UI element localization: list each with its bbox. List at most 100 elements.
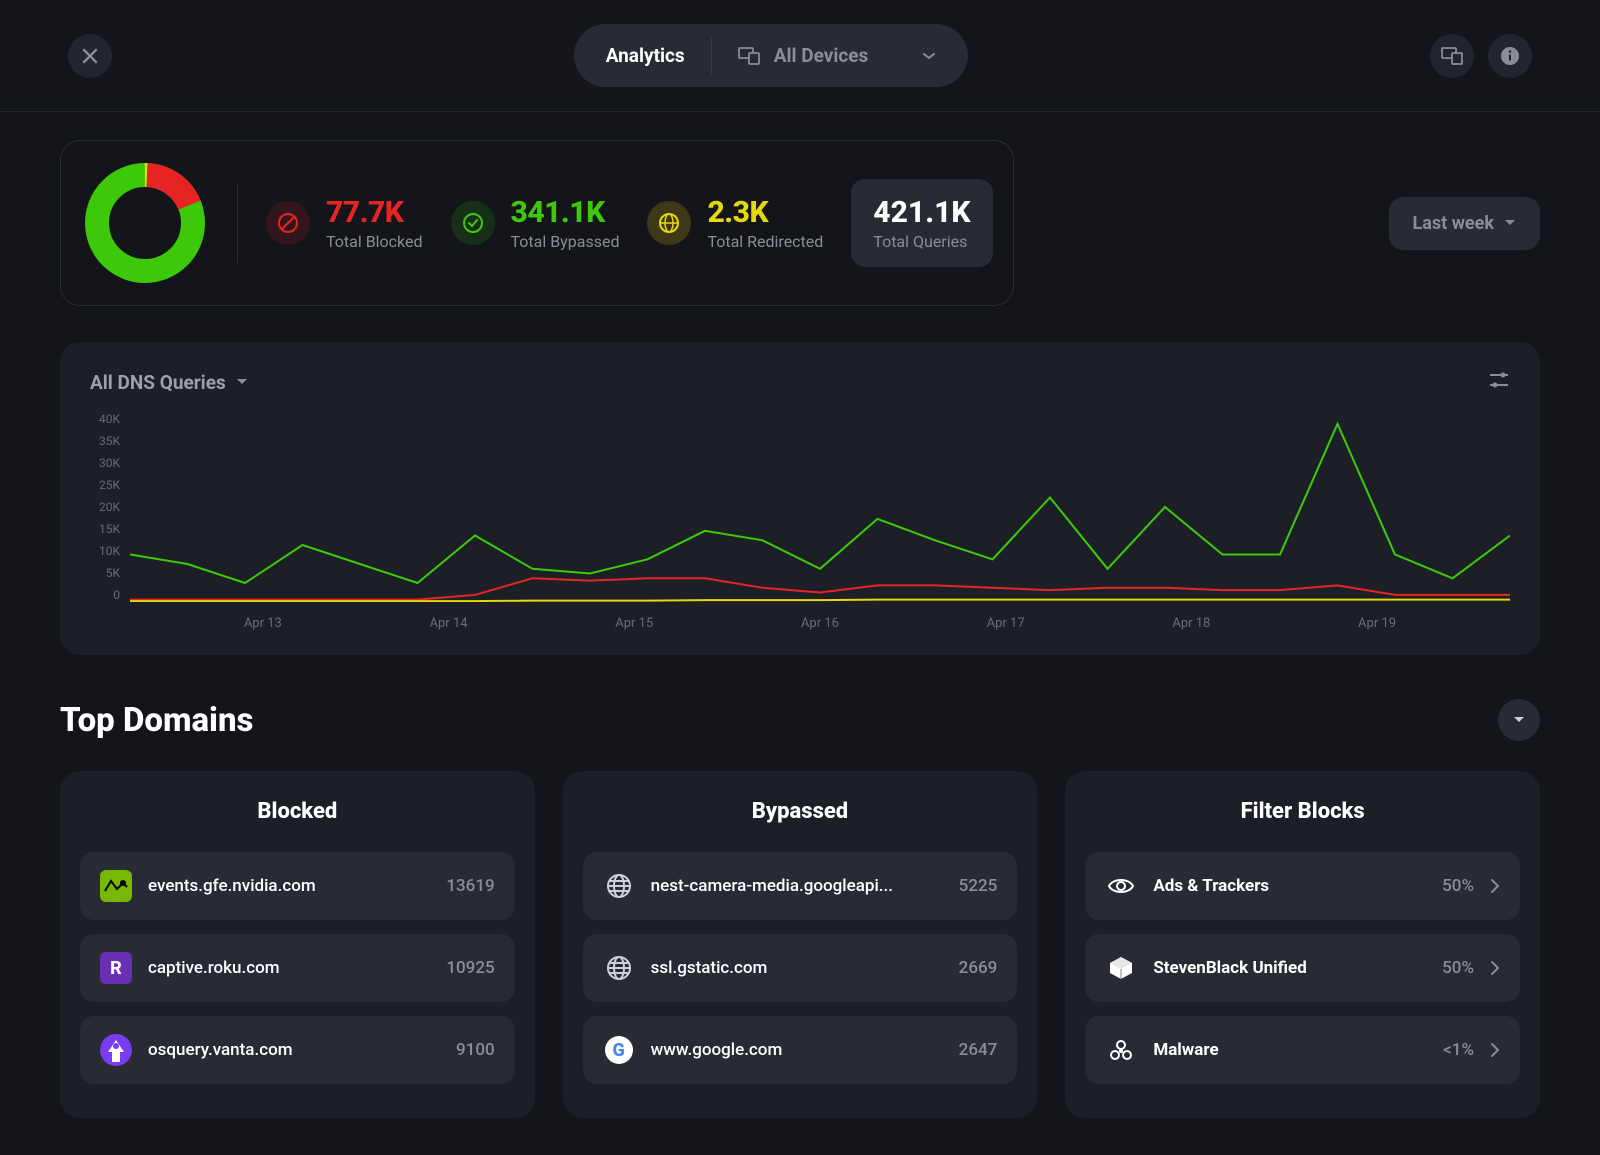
header-actions (1430, 34, 1532, 78)
domain-row[interactable]: Gwww.google.com 2647 (583, 1016, 1018, 1084)
chart-area: 40K35K30K25K20K15K10K5K0 Apr 13Apr 14Apr… (90, 412, 1510, 631)
devices-icon (738, 47, 760, 65)
domain-count: 10925 (446, 958, 494, 978)
filter-row[interactable]: Malware <1% (1085, 1016, 1520, 1084)
stat-total: 421.1K Total Queries (851, 179, 992, 267)
domain-name: ssl.gstatic.com (651, 958, 943, 978)
total-value: 421.1K (873, 195, 970, 230)
filter-icon (1105, 1034, 1137, 1066)
filter-name: StevenBlack Unified (1153, 958, 1426, 978)
total-label: Total Queries (873, 232, 970, 251)
bypassed-value: 341.1K (511, 195, 620, 230)
blocked-card-title: Blocked (80, 799, 515, 824)
analytics-tab[interactable]: Analytics (580, 30, 711, 81)
y-tick: 20K (90, 500, 120, 514)
device-selector[interactable]: All Devices (712, 30, 963, 81)
caret-down-icon (1513, 716, 1525, 724)
sliders-icon (1488, 370, 1510, 390)
x-tick: Apr 13 (244, 616, 282, 631)
domain-count: 5225 (959, 876, 998, 896)
x-tick: Apr 16 (801, 616, 839, 631)
domain-row[interactable]: events.gfe.nvidia.com13619 (80, 852, 515, 920)
domain-name: events.gfe.nvidia.com (148, 876, 430, 896)
y-tick: 5K (90, 566, 120, 580)
y-tick: 0 (90, 588, 120, 602)
domain-name: osquery.vanta.com (148, 1040, 440, 1060)
domain-icon (603, 952, 635, 984)
filter-name: Malware (1153, 1040, 1427, 1060)
filter-row[interactable]: Ads & Trackers 50% (1085, 852, 1520, 920)
header-tabs: Analytics All Devices (574, 24, 969, 87)
blocked-value: 77.7K (326, 195, 423, 230)
device-selector-label: All Devices (774, 44, 869, 67)
filter-card: Filter Blocks Ads & Trackers50%StevenBla… (1065, 771, 1540, 1118)
stats-card: 77.7K Total Blocked 341.1K Total Bypasse… (60, 140, 1014, 306)
chart-series-blocked (130, 578, 1510, 599)
domain-icon (603, 870, 635, 902)
x-tick: Apr 17 (987, 616, 1025, 631)
domain-row[interactable]: ssl.gstatic.com 2669 (583, 934, 1018, 1002)
domain-row[interactable]: osquery.vanta.com 9100 (80, 1016, 515, 1084)
top-domains-header: Top Domains (60, 699, 1540, 741)
chevron-right-icon (1490, 1042, 1500, 1058)
domain-name: nest-camera-media.googleapi... (651, 876, 943, 896)
y-tick: 15K (90, 522, 120, 536)
caret-down-icon (236, 378, 248, 386)
chevron-right-icon (1490, 960, 1500, 976)
domain-count: 2647 (959, 1040, 998, 1060)
filter-row[interactable]: StevenBlack Unified50% (1085, 934, 1520, 1002)
caret-down-icon (1504, 219, 1516, 227)
y-tick: 35K (90, 434, 120, 448)
chevron-down-icon (922, 52, 936, 60)
stat-blocked: 77.7K Total Blocked (266, 195, 423, 251)
chart-y-axis: 40K35K30K25K20K15K10K5K0 (90, 412, 120, 602)
redirected-icon (647, 201, 691, 245)
bypassed-icon (451, 201, 495, 245)
devices-icon (1441, 47, 1463, 65)
divider (237, 183, 238, 263)
stat-bypassed: 341.1K Total Bypassed (451, 195, 620, 251)
domain-row[interactable]: nest-camera-media.googleapi... 5225 (583, 852, 1018, 920)
domain-icon: R (100, 952, 132, 984)
y-tick: 30K (90, 456, 120, 470)
redirected-label: Total Redirected (707, 232, 823, 251)
blocked-icon (266, 201, 310, 245)
info-icon (1500, 46, 1520, 66)
x-tick: Apr 18 (1172, 616, 1210, 631)
chart-settings-button[interactable] (1488, 370, 1510, 394)
main-content: 77.7K Total Blocked 341.1K Total Bypasse… (0, 112, 1600, 1146)
time-range-selector[interactable]: Last week (1389, 197, 1540, 250)
redirected-value: 2.3K (707, 195, 823, 230)
devices-button[interactable] (1430, 34, 1474, 78)
x-tick: Apr 15 (615, 616, 653, 631)
domain-icon (100, 870, 132, 902)
domain-name: www.google.com (651, 1040, 943, 1060)
blocked-card: Blocked events.gfe.nvidia.com13619 Rcapti… (60, 771, 535, 1118)
header: Analytics All Devices (0, 0, 1600, 112)
filter-percent: <1% (1443, 1040, 1474, 1060)
domain-count: 9100 (456, 1040, 495, 1060)
bypassed-label: Total Bypassed (511, 232, 620, 251)
top-domains-title: Top Domains (60, 701, 253, 740)
close-icon (81, 47, 99, 65)
stat-redirected: 2.3K Total Redirected (647, 195, 823, 251)
filter-name: Ads & Trackers (1153, 876, 1426, 896)
chart-svg (130, 412, 1510, 602)
domain-name: captive.roku.com (148, 958, 430, 978)
domain-count: 2669 (959, 958, 998, 978)
chart-card: All DNS Queries 40K35K30K25K20K15K10K5K0… (60, 342, 1540, 655)
domain-row[interactable]: Rcaptive.roku.com 10925 (80, 934, 515, 1002)
domain-icon (100, 1034, 132, 1066)
domain-icon: G (603, 1034, 635, 1066)
chart-type-selector[interactable]: All DNS Queries (90, 371, 248, 394)
info-button[interactable] (1488, 34, 1532, 78)
filter-percent: 50% (1442, 876, 1474, 896)
chart-x-axis: Apr 13Apr 14Apr 15Apr 16Apr 17Apr 18Apr … (130, 616, 1510, 631)
bypassed-card-title: Bypassed (583, 799, 1018, 824)
chart-plot-area: Apr 13Apr 14Apr 15Apr 16Apr 17Apr 18Apr … (130, 412, 1510, 631)
filter-icon (1105, 870, 1137, 902)
expand-button[interactable] (1498, 699, 1540, 741)
close-button[interactable] (68, 34, 112, 78)
filter-icon (1105, 952, 1137, 984)
stats-donut (81, 159, 209, 287)
